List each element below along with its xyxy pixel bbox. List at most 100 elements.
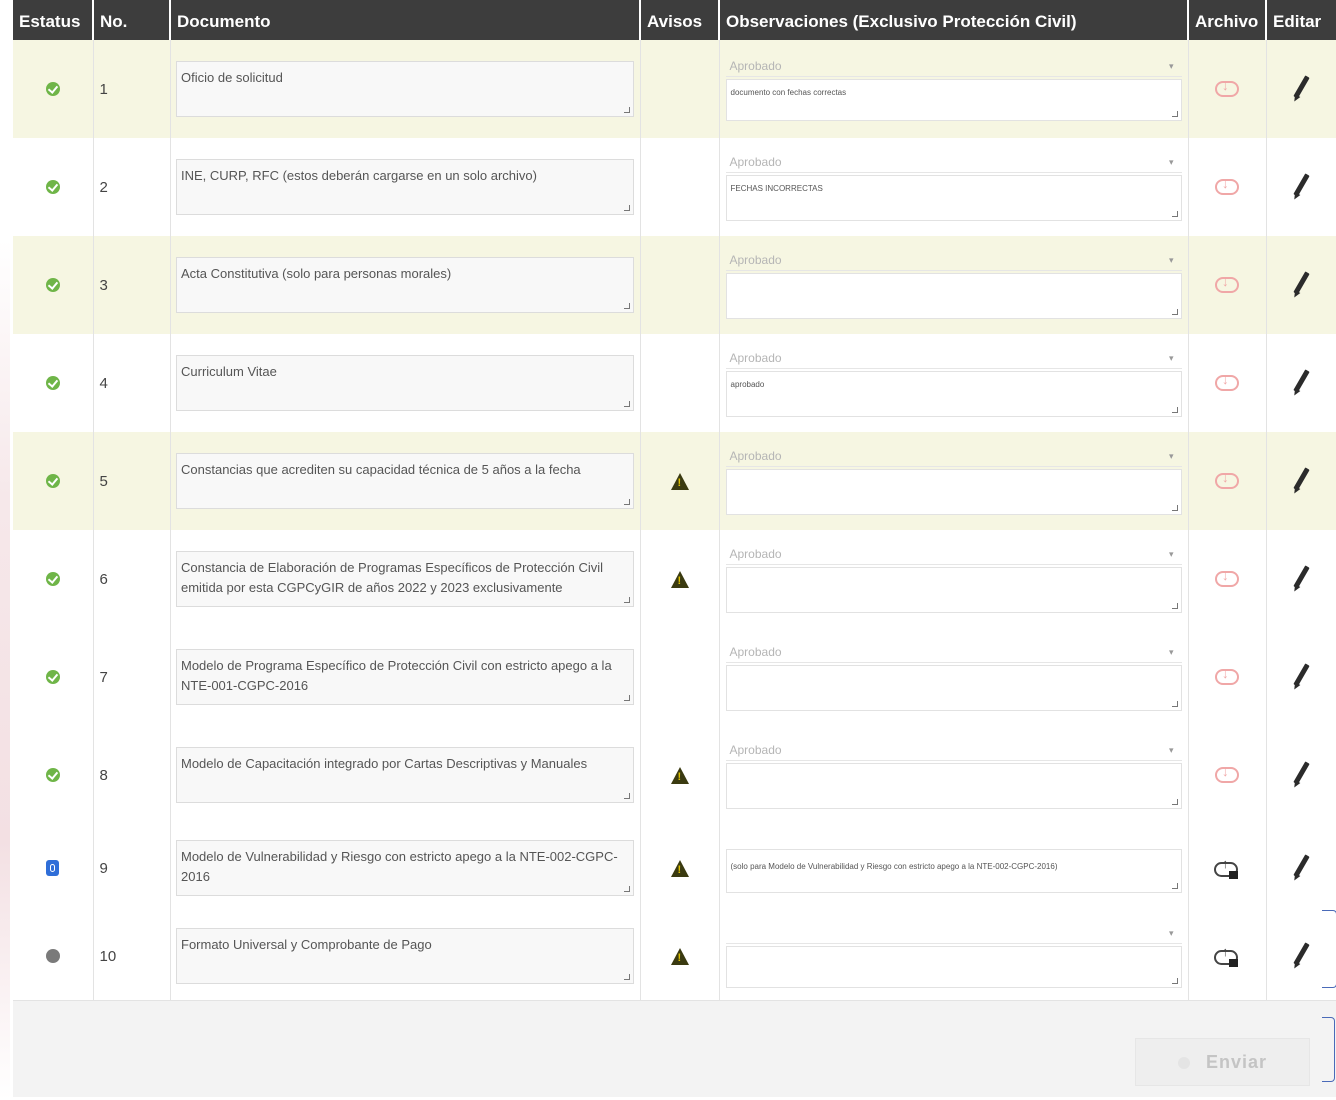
pencil-edit-icon[interactable] [1289,854,1313,882]
observation-textarea[interactable]: FECHAS INCORRECTAS [725,175,1182,221]
resize-handle-icon[interactable] [624,793,630,799]
document-textarea[interactable]: Oficio de solicitud [176,61,634,117]
cloud-download-icon[interactable] [1215,568,1239,587]
resize-handle-icon[interactable] [1171,701,1178,707]
resize-handle-icon[interactable] [1171,505,1178,511]
warning-icon[interactable] [670,472,689,490]
cloud-download-icon[interactable] [1215,666,1239,685]
send-button[interactable]: Enviar [1135,1038,1310,1086]
status-select[interactable]: Aprobado ▾ [725,251,1182,271]
annotation-bracket [1322,910,1336,988]
resize-handle-icon[interactable] [1171,978,1178,984]
status-select[interactable]: Aprobado ▾ [725,545,1182,565]
chevron-down-icon: ▾ [1168,549,1174,559]
cloud-download-icon[interactable] [1215,372,1239,391]
warning-icon[interactable] [670,766,689,784]
document-textarea[interactable]: Modelo de Vulnerabilidad y Riesgo con es… [176,840,634,896]
status-select[interactable]: Aprobado ▾ [725,741,1182,761]
document-textarea[interactable]: Curriculum Vitae [176,355,634,411]
resize-handle-icon[interactable] [624,401,630,407]
resize-handle-icon[interactable] [624,499,630,505]
pencil-edit-icon[interactable] [1289,663,1313,691]
cloud-download-icon[interactable] [1215,470,1239,489]
status-select[interactable]: Aprobado ▾ [725,447,1182,467]
resize-handle-icon[interactable] [624,205,630,211]
resize-handle-icon[interactable] [624,597,630,603]
document-textarea[interactable]: Constancia de Elaboración de Programas E… [176,551,634,607]
warning-icon[interactable] [670,859,689,877]
document-textarea[interactable]: Formato Universal y Comprobante de Pago [176,928,634,984]
document-text: Modelo de Capacitación integrado por Car… [181,756,588,771]
cloud-download-icon[interactable] [1215,274,1239,293]
pencil-edit-icon[interactable] [1289,369,1313,397]
table-row: 3 Acta Constitutiva (solo para personas … [13,236,1336,334]
observation-textarea[interactable] [725,469,1182,515]
cloud-download-icon[interactable] [1215,176,1239,195]
row-number: 3 [93,236,171,334]
document-textarea[interactable]: Constancias que acrediten su capacidad t… [176,453,634,509]
observation-textarea[interactable] [725,763,1182,809]
header-observaciones: Observaciones (Exclusivo Protección Civi… [719,0,1189,40]
observation-textarea[interactable] [725,946,1182,988]
resize-handle-icon[interactable] [1171,211,1178,217]
table-row: 1 Oficio de solicitud Aprobado ▾ documento… [13,40,1336,138]
document-textarea[interactable]: Modelo de Programa Específico de Protecc… [176,649,634,705]
pencil-edit-icon[interactable] [1289,942,1313,970]
warning-icon[interactable] [670,947,689,965]
pencil-edit-icon[interactable] [1289,565,1313,593]
send-button-label: Enviar [1205,1052,1268,1072]
observation-textarea[interactable] [725,273,1182,319]
document-textarea[interactable]: INE, CURP, RFC (estos deberán cargarse e… [176,159,634,215]
observation-textarea[interactable]: aprobado [725,371,1182,417]
pencil-edit-icon[interactable] [1289,467,1313,495]
cloud-upload-icon[interactable]: ↑ [1212,944,1242,968]
status-approved-icon [45,277,60,292]
status-approved-icon [45,375,60,390]
resize-handle-icon[interactable] [624,107,630,113]
document-textarea[interactable]: Acta Constitutiva (solo para personas mo… [176,257,634,313]
observation-textarea[interactable]: (solo para Modelo de Vulnerabilidad y Ri… [725,849,1182,893]
resize-handle-icon[interactable] [1171,407,1178,413]
status-select[interactable]: Aprobado ▾ [725,57,1182,77]
status-select[interactable]: Aprobado ▾ [725,153,1182,173]
status-select[interactable]: ▾ [725,924,1182,944]
observation-textarea[interactable]: documento con fechas correctas [725,79,1182,121]
status-select[interactable]: Aprobado ▾ [725,643,1182,663]
row-number: 4 [93,334,171,432]
resize-handle-icon[interactable] [1171,111,1178,117]
resize-handle-icon[interactable] [1171,799,1178,805]
cloud-download-icon[interactable] [1215,764,1239,783]
resize-handle-icon[interactable] [1171,883,1178,889]
document-textarea[interactable]: Modelo de Capacitación integrado por Car… [176,747,634,803]
resize-handle-icon[interactable] [1171,603,1178,609]
document-text: Constancia de Elaboración de Programas E… [181,560,603,595]
status-select-value: Aprobado [729,547,782,561]
status-approved-icon [45,669,60,684]
status-select[interactable]: Aprobado ▾ [725,349,1182,369]
cloud-download-icon[interactable] [1215,78,1239,97]
table-row: 2 INE, CURP, RFC (estos deberán cargarse… [13,138,1336,236]
warning-icon[interactable] [670,570,689,588]
resize-handle-icon[interactable] [1171,309,1178,315]
observation-text: documento con fechas correctas [730,88,847,97]
cloud-upload-icon[interactable]: ↑ [1212,856,1242,880]
table-row: 8 Modelo de Capacitación integrado por C… [13,726,1336,824]
chevron-down-icon: ▾ [1168,255,1174,265]
resize-handle-icon[interactable] [624,886,630,892]
form-footer: Enviar [13,1000,1336,1097]
pencil-edit-icon[interactable] [1289,271,1313,299]
resize-handle-icon[interactable] [624,303,630,309]
resize-handle-icon[interactable] [624,974,630,980]
header-documento: Documento [170,0,641,40]
row-number: 7 [93,628,171,726]
observation-text: (solo para Modelo de Vulnerabilidad y Ri… [730,862,1058,871]
observation-textarea[interactable] [725,665,1182,711]
observation-text: FECHAS INCORRECTAS [730,184,823,193]
resize-handle-icon[interactable] [624,695,630,701]
document-text: Modelo de Programa Específico de Protecc… [181,658,612,693]
header-no: No. [93,0,171,40]
pencil-edit-icon[interactable] [1289,75,1313,103]
pencil-edit-icon[interactable] [1289,761,1313,789]
pencil-edit-icon[interactable] [1289,173,1313,201]
observation-textarea[interactable] [725,567,1182,613]
